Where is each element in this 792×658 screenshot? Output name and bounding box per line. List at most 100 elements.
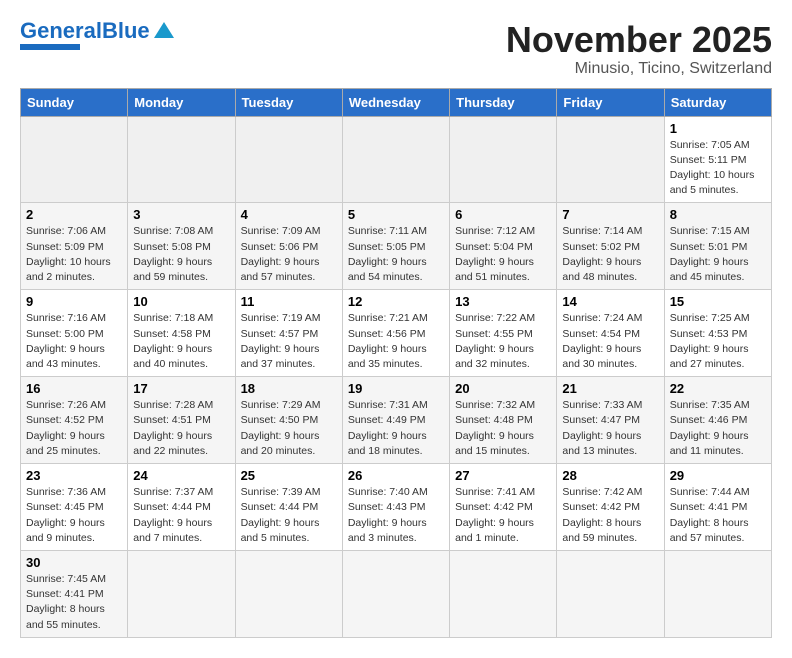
day-info: Sunrise: 7:06 AM Sunset: 5:09 PM Dayligh… bbox=[26, 224, 122, 285]
day-cell: 23 Sunrise: 7:36 AM Sunset: 4:45 PM Dayli… bbox=[21, 464, 128, 551]
day-header-monday: Monday bbox=[128, 88, 235, 116]
day-header-friday: Friday bbox=[557, 88, 664, 116]
day-number: 6 bbox=[455, 207, 551, 222]
day-number: 11 bbox=[241, 294, 337, 309]
day-cell: 12Sunrise: 7:21 AM Sunset: 4:56 PM Dayli… bbox=[342, 290, 449, 377]
day-cell bbox=[128, 116, 235, 203]
day-info: Sunrise: 7:35 AM Sunset: 4:46 PM Dayligh… bbox=[670, 398, 766, 459]
day-header-sunday: Sunday bbox=[21, 88, 128, 116]
day-header-wednesday: Wednesday bbox=[342, 88, 449, 116]
day-info: Sunrise: 7:36 AM Sunset: 4:45 PM Dayligh… bbox=[26, 485, 122, 546]
day-cell: 14 Sunrise: 7:24 AM Sunset: 4:54 PM Dayli… bbox=[557, 290, 664, 377]
day-number: 14 bbox=[562, 294, 658, 309]
day-cell: 27Sunrise: 7:41 AM Sunset: 4:42 PM Dayli… bbox=[450, 464, 557, 551]
day-number: 24 bbox=[133, 468, 229, 483]
day-cell: 8Sunrise: 7:15 AM Sunset: 5:01 PM Daylig… bbox=[664, 203, 771, 290]
day-cell bbox=[342, 550, 449, 637]
day-number: 1 bbox=[670, 121, 766, 136]
day-info: Sunrise: 7:12 AM Sunset: 5:04 PM Dayligh… bbox=[455, 224, 551, 285]
day-number: 9 bbox=[26, 294, 122, 309]
logo-bar bbox=[20, 44, 80, 50]
logo: GeneralBlue bbox=[20, 20, 174, 50]
day-cell bbox=[342, 116, 449, 203]
day-info: Sunrise: 7:25 AM Sunset: 4:53 PM Dayligh… bbox=[670, 311, 766, 372]
day-info: Sunrise: 7:08 AM Sunset: 5:08 PM Dayligh… bbox=[133, 224, 229, 285]
day-cell: 16 Sunrise: 7:26 AM Sunset: 4:52 PM Dayli… bbox=[21, 377, 128, 464]
day-cell: 25 Sunrise: 7:39 AM Sunset: 4:44 PM Dayli… bbox=[235, 464, 342, 551]
day-info: Sunrise: 7:33 AM Sunset: 4:47 PM Dayligh… bbox=[562, 398, 658, 459]
week-row-1: 1 Sunrise: 7:05 AM Sunset: 5:11 PM Daylig… bbox=[21, 116, 772, 203]
location-title: Minusio, Ticino, Switzerland bbox=[506, 60, 772, 78]
day-number: 26 bbox=[348, 468, 444, 483]
day-cell bbox=[235, 550, 342, 637]
day-cell: 5 Sunrise: 7:11 AM Sunset: 5:05 PM Daylig… bbox=[342, 203, 449, 290]
day-number: 16 bbox=[26, 381, 122, 396]
day-info: Sunrise: 7:09 AM Sunset: 5:06 PM Dayligh… bbox=[241, 224, 337, 285]
day-info: Sunrise: 7:21 AM Sunset: 4:56 PM Dayligh… bbox=[348, 311, 444, 372]
day-number: 13 bbox=[455, 294, 551, 309]
day-number: 19 bbox=[348, 381, 444, 396]
day-cell bbox=[557, 550, 664, 637]
day-cell: 1 Sunrise: 7:05 AM Sunset: 5:11 PM Daylig… bbox=[664, 116, 771, 203]
day-info: Sunrise: 7:22 AM Sunset: 4:55 PM Dayligh… bbox=[455, 311, 551, 372]
day-cell: 19 Sunrise: 7:31 AM Sunset: 4:49 PM Dayli… bbox=[342, 377, 449, 464]
day-cell: 7Sunrise: 7:14 AM Sunset: 5:02 PM Daylig… bbox=[557, 203, 664, 290]
day-info: Sunrise: 7:39 AM Sunset: 4:44 PM Dayligh… bbox=[241, 485, 337, 546]
day-number: 5 bbox=[348, 207, 444, 222]
day-info: Sunrise: 7:32 AM Sunset: 4:48 PM Dayligh… bbox=[455, 398, 551, 459]
week-row-6: 30 Sunrise: 7:45 AM Sunset: 4:41 PM Dayli… bbox=[21, 550, 772, 637]
day-number: 18 bbox=[241, 381, 337, 396]
day-info: Sunrise: 7:05 AM Sunset: 5:11 PM Dayligh… bbox=[670, 138, 766, 199]
day-cell: 9 Sunrise: 7:16 AM Sunset: 5:00 PM Daylig… bbox=[21, 290, 128, 377]
day-cell: 15 Sunrise: 7:25 AM Sunset: 4:53 PM Dayli… bbox=[664, 290, 771, 377]
day-cell: 21Sunrise: 7:33 AM Sunset: 4:47 PM Dayli… bbox=[557, 377, 664, 464]
day-cell bbox=[664, 550, 771, 637]
day-cell: 10Sunrise: 7:18 AM Sunset: 4:58 PM Dayli… bbox=[128, 290, 235, 377]
day-number: 15 bbox=[670, 294, 766, 309]
day-cell: 11 Sunrise: 7:19 AM Sunset: 4:57 PM Dayli… bbox=[235, 290, 342, 377]
day-info: Sunrise: 7:26 AM Sunset: 4:52 PM Dayligh… bbox=[26, 398, 122, 459]
header-row: SundayMondayTuesdayWednesdayThursdayFrid… bbox=[21, 88, 772, 116]
day-info: Sunrise: 7:29 AM Sunset: 4:50 PM Dayligh… bbox=[241, 398, 337, 459]
day-cell bbox=[235, 116, 342, 203]
day-number: 23 bbox=[26, 468, 122, 483]
day-info: Sunrise: 7:19 AM Sunset: 4:57 PM Dayligh… bbox=[241, 311, 337, 372]
calendar-table: SundayMondayTuesdayWednesdayThursdayFrid… bbox=[20, 88, 772, 638]
day-info: Sunrise: 7:18 AM Sunset: 4:58 PM Dayligh… bbox=[133, 311, 229, 372]
day-header-thursday: Thursday bbox=[450, 88, 557, 116]
day-cell bbox=[128, 550, 235, 637]
day-number: 4 bbox=[241, 207, 337, 222]
day-cell bbox=[450, 550, 557, 637]
day-cell: 18 Sunrise: 7:29 AM Sunset: 4:50 PM Dayli… bbox=[235, 377, 342, 464]
week-row-3: 9 Sunrise: 7:16 AM Sunset: 5:00 PM Daylig… bbox=[21, 290, 772, 377]
day-info: Sunrise: 7:40 AM Sunset: 4:43 PM Dayligh… bbox=[348, 485, 444, 546]
day-number: 30 bbox=[26, 555, 122, 570]
day-cell bbox=[21, 116, 128, 203]
day-info: Sunrise: 7:45 AM Sunset: 4:41 PM Dayligh… bbox=[26, 572, 122, 633]
logo-general: General bbox=[20, 18, 102, 43]
day-info: Sunrise: 7:11 AM Sunset: 5:05 PM Dayligh… bbox=[348, 224, 444, 285]
day-number: 28 bbox=[562, 468, 658, 483]
day-cell: 4 Sunrise: 7:09 AM Sunset: 5:06 PM Daylig… bbox=[235, 203, 342, 290]
day-info: Sunrise: 7:16 AM Sunset: 5:00 PM Dayligh… bbox=[26, 311, 122, 372]
day-cell: 26 Sunrise: 7:40 AM Sunset: 4:43 PM Dayli… bbox=[342, 464, 449, 551]
day-cell bbox=[557, 116, 664, 203]
day-number: 25 bbox=[241, 468, 337, 483]
day-info: Sunrise: 7:15 AM Sunset: 5:01 PM Dayligh… bbox=[670, 224, 766, 285]
day-info: Sunrise: 7:31 AM Sunset: 4:49 PM Dayligh… bbox=[348, 398, 444, 459]
day-info: Sunrise: 7:44 AM Sunset: 4:41 PM Dayligh… bbox=[670, 485, 766, 546]
day-number: 22 bbox=[670, 381, 766, 396]
day-number: 20 bbox=[455, 381, 551, 396]
title-block: November 2025 Minusio, Ticino, Switzerla… bbox=[506, 20, 772, 78]
day-info: Sunrise: 7:42 AM Sunset: 4:42 PM Dayligh… bbox=[562, 485, 658, 546]
day-number: 17 bbox=[133, 381, 229, 396]
day-cell: 17Sunrise: 7:28 AM Sunset: 4:51 PM Dayli… bbox=[128, 377, 235, 464]
day-number: 27 bbox=[455, 468, 551, 483]
day-cell: 20 Sunrise: 7:32 AM Sunset: 4:48 PM Dayli… bbox=[450, 377, 557, 464]
day-number: 29 bbox=[670, 468, 766, 483]
day-info: Sunrise: 7:24 AM Sunset: 4:54 PM Dayligh… bbox=[562, 311, 658, 372]
day-number: 2 bbox=[26, 207, 122, 222]
day-cell: 30 Sunrise: 7:45 AM Sunset: 4:41 PM Dayli… bbox=[21, 550, 128, 637]
day-info: Sunrise: 7:14 AM Sunset: 5:02 PM Dayligh… bbox=[562, 224, 658, 285]
day-info: Sunrise: 7:37 AM Sunset: 4:44 PM Dayligh… bbox=[133, 485, 229, 546]
